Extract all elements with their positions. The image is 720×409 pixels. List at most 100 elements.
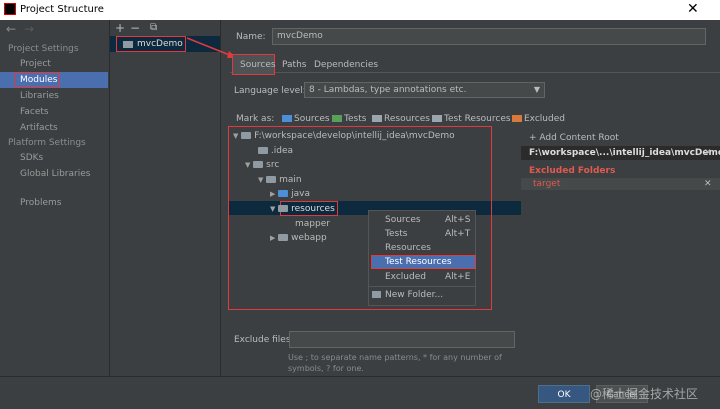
mark-as-tests[interactable]: Tests [332,114,366,124]
menu-item-label: Sources [385,215,421,225]
menu-item-tests[interactable]: Tests Alt+T [369,227,475,241]
tree-row-root[interactable]: ▼ F:\workspace\develop\intellij_idea\mvc… [233,131,455,141]
window-title: Project Structure [20,4,104,15]
tab-paths[interactable]: Paths [282,60,306,70]
mark-as-resources[interactable]: Resources [372,114,430,124]
tree-resources-label: resources [291,204,335,214]
remove-content-root-icon[interactable]: ✕ [704,148,712,158]
menu-item-label: New Folder... [385,290,444,300]
tree-row-mapper[interactable]: mapper [295,219,330,229]
app-icon [4,3,16,15]
menu-item-resources[interactable]: Resources [369,241,475,255]
tree-row-main[interactable]: ▼ main [258,175,302,185]
tests-folder-icon [332,115,342,122]
tree-row-java[interactable]: ▶ java [270,189,310,199]
platform-settings-header: Platform Settings [8,138,86,148]
menu-item-sources[interactable]: Sources Alt+S [369,213,475,227]
expand-arrow-icon: ▼ [233,132,239,140]
resources-folder-icon [372,115,382,122]
tree-src-label: src [266,160,280,170]
mark-as-test-resources-label: Test Resources [444,114,511,124]
tree-java-label: java [291,189,310,199]
watermark: @稀土掘金技术社区 [590,387,699,401]
tab-sources-label: Sources [240,60,276,70]
mark-as-excluded[interactable]: Excluded [512,114,565,124]
back-arrow-icon[interactable]: ← [6,22,16,36]
tree-row-src[interactable]: ▼ src [245,160,279,170]
collapse-arrow-icon: ▶ [270,190,276,198]
folder-icon [241,132,252,139]
tab-divider [230,72,720,73]
sidebar-item-problems[interactable]: Problems [20,198,61,208]
remove-module-icon[interactable]: − [130,21,140,35]
chevron-down-icon: ▼ [533,85,540,94]
content-root-path: F:\workspace\...\intellij_idea\mvcDemo [529,148,720,158]
excluded-folder-target[interactable]: target [533,179,560,189]
expand-arrow-icon: ▼ [270,205,276,213]
language-level-value: 8 - Lambdas, type annotations etc. [309,85,467,95]
project-settings-header: Project Settings [8,44,79,54]
tab-dependencies[interactable]: Dependencies [314,60,378,70]
exclude-files-hint: Use ; to separate name patterns, * for a… [288,353,502,373]
test-resources-folder-icon [432,115,442,122]
tree-row-webapp[interactable]: ▶ webapp [270,233,327,243]
collapse-arrow-icon: ▶ [270,234,276,242]
excluded-folder-icon [512,115,522,122]
folder-icon [278,205,289,212]
mark-as-sources[interactable]: Sources [282,114,330,124]
copy-module-icon[interactable]: ⧉ [150,22,157,33]
excluded-folders-header: Excluded Folders [529,166,616,176]
name-field[interactable]: mvcDemo [272,28,706,45]
module-item-mvcdemo[interactable]: mvcDemo [137,39,183,49]
sidebar-item-facets[interactable]: Facets [20,107,49,117]
sidebar-item-global-libraries[interactable]: Global Libraries [20,169,90,179]
exclude-files-field[interactable] [289,331,515,348]
menu-item-label: Excluded [385,272,426,282]
menu-item-test-resources[interactable]: Test Resources [371,255,476,269]
expand-arrow-icon: ▼ [258,176,264,184]
tree-webapp-label: webapp [291,233,327,243]
ok-button[interactable]: OK [538,385,590,403]
sidebar-item-libraries[interactable]: Libraries [20,91,59,101]
add-module-icon[interactable]: + [115,21,125,35]
name-value: mvcDemo [277,31,323,41]
mark-as-resources-label: Resources [384,114,430,124]
exclude-files-label: Exclude files: [234,335,294,345]
remove-excluded-icon[interactable]: ✕ [704,179,712,189]
sidebar-item-modules[interactable]: Modules [20,75,57,85]
tab-sources[interactable]: Sources [232,54,276,75]
menu-item-new-folder[interactable]: New Folder... [369,288,475,302]
module-list-panel: + − ⧉ mvcDemo [109,20,221,376]
close-icon[interactable]: ✕ [687,1,699,17]
settings-sidebar: ← → Project Settings Project Modules Lib… [0,20,108,376]
expand-arrow-icon: ▼ [245,161,251,169]
menu-item-shortcut: Alt+E [445,272,471,282]
mark-as-excluded-label: Excluded [524,114,565,124]
add-content-root-button[interactable]: + Add Content Root [529,133,619,143]
sidebar-item-artifacts[interactable]: Artifacts [20,123,58,133]
tree-row-resources[interactable]: ▼ resources [270,204,335,214]
tree-row-idea[interactable]: .idea [258,146,293,156]
new-folder-icon [372,291,381,298]
folder-icon [278,234,289,241]
menu-item-label: Test Resources [385,257,452,267]
tree-idea-label: .idea [270,146,294,156]
sources-folder-icon [282,115,292,122]
mark-as-tests-label: Tests [344,114,367,124]
language-level-label: Language level: [234,86,306,96]
folder-icon [278,190,289,197]
forward-arrow-icon[interactable]: → [24,22,34,36]
menu-item-shortcut: Alt+T [445,229,471,239]
folder-icon [253,161,264,168]
menu-item-shortcut: Alt+S [445,215,471,225]
context-menu: Sources Alt+S Tests Alt+T Resources Test R… [368,210,476,306]
menu-item-excluded[interactable]: Excluded Alt+E [369,270,475,284]
sidebar-item-project[interactable]: Project [20,59,51,69]
mark-as-test-resources[interactable]: Test Resources [432,114,511,124]
name-label: Name: [236,32,266,42]
menu-separator [369,286,475,287]
tree-main-label: main [279,175,302,185]
folder-icon [266,176,277,183]
language-level-select[interactable]: 8 - Lambdas, type annotations etc. ▼ [304,82,545,98]
sidebar-item-sdks[interactable]: SDKs [20,153,43,163]
